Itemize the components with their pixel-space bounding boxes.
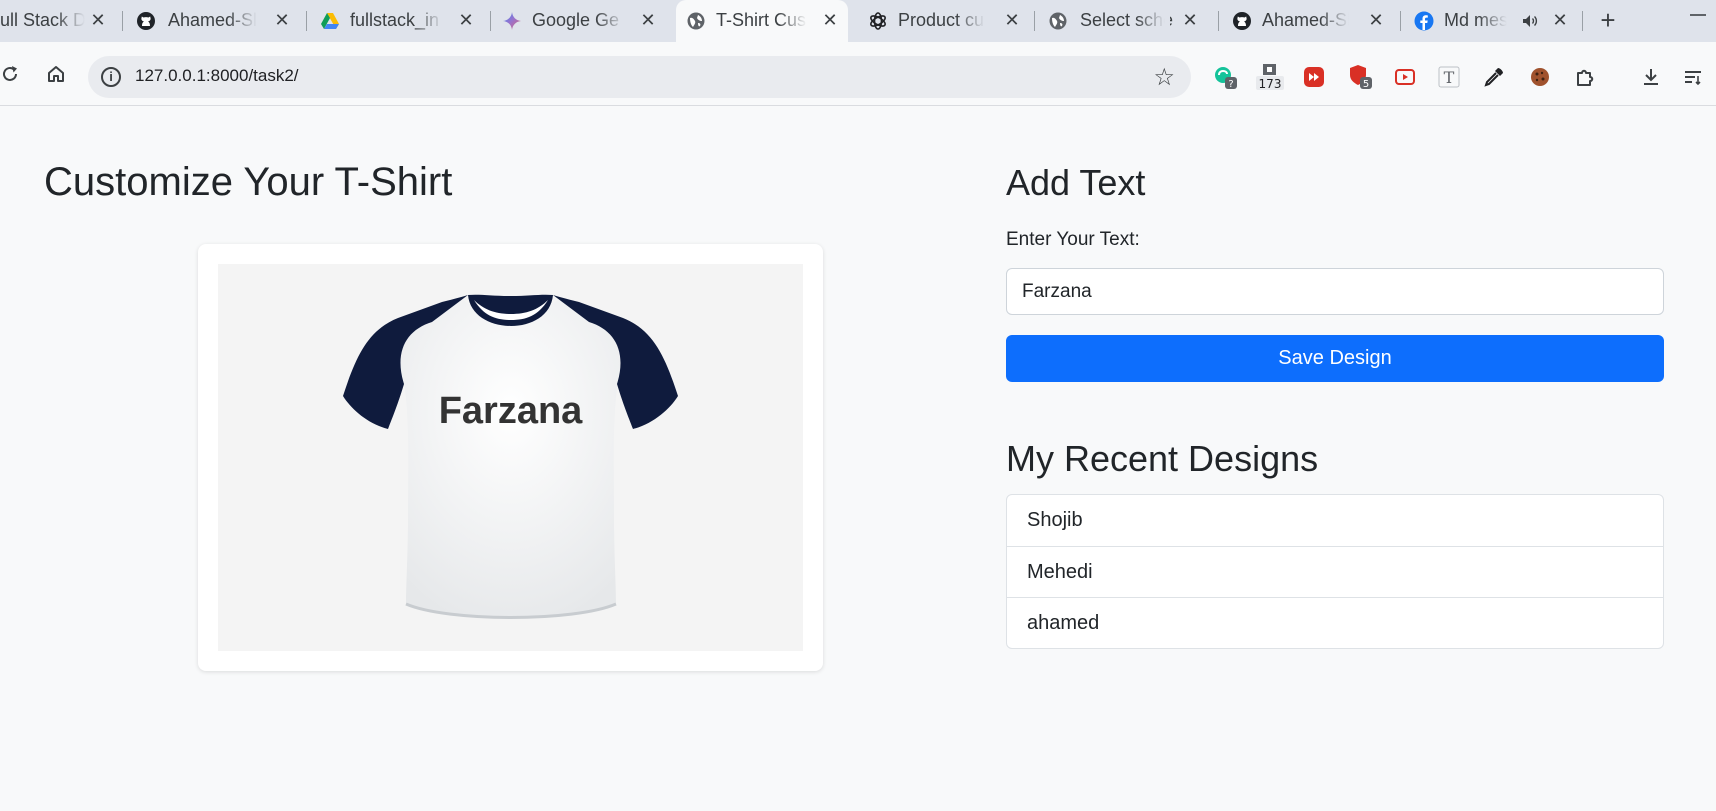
reading-list-icon[interactable] bbox=[1682, 64, 1704, 90]
browser-tab[interactable]: Ahamed-Sl ✕ bbox=[1220, 0, 1398, 42]
site-info-icon[interactable]: i bbox=[101, 67, 121, 87]
tab-close-icon[interactable]: ✕ bbox=[88, 10, 108, 30]
puzzle-extensions-icon[interactable] bbox=[1572, 64, 1598, 90]
tab-strip: ull Stack D ✕ Ahamed-Sl ✕ fullstack_in ✕… bbox=[0, 0, 1716, 42]
globe-icon bbox=[1048, 11, 1068, 31]
download-icon[interactable] bbox=[1638, 64, 1664, 90]
browser-tab[interactable]: Ahamed-Sl ✕ bbox=[124, 0, 304, 42]
youtube-extension-icon[interactable] bbox=[1392, 64, 1418, 90]
openai-icon bbox=[868, 11, 888, 31]
tab-close-icon[interactable]: ✕ bbox=[1002, 10, 1022, 30]
tshirt-preview: Farzana bbox=[218, 264, 803, 651]
audio-playing-icon[interactable] bbox=[1520, 11, 1540, 31]
browser-tab[interactable]: Md mes ✕ bbox=[1402, 0, 1578, 42]
text-input-label: Enter Your Text: bbox=[1006, 229, 1140, 250]
tab-close-icon[interactable]: ✕ bbox=[1180, 10, 1200, 30]
gemini-icon bbox=[502, 11, 522, 31]
browser-tab[interactable]: Select sche ✕ bbox=[1036, 0, 1216, 42]
github-icon bbox=[136, 11, 156, 31]
list-item[interactable]: Mehedi bbox=[1007, 546, 1663, 597]
globe-icon bbox=[686, 11, 706, 31]
svg-text:?: ? bbox=[1228, 79, 1233, 90]
tab-close-icon[interactable]: ✕ bbox=[456, 10, 476, 30]
browser-tab[interactable]: Product cu ✕ bbox=[860, 0, 1032, 42]
tshirt-preview-card: Farzana bbox=[198, 244, 823, 671]
browser-tab-active[interactable]: T-Shirt Cus ✕ bbox=[676, 0, 848, 42]
browser-tab[interactable]: fullstack_in ✕ bbox=[308, 0, 490, 42]
tshirt-image bbox=[343, 294, 678, 619]
svg-text:173: 173 bbox=[1259, 77, 1282, 91]
minimize-window-button[interactable] bbox=[1690, 14, 1706, 16]
custom-text-input[interactable] bbox=[1006, 268, 1664, 315]
bookmark-star-icon[interactable]: ☆ bbox=[1153, 63, 1175, 92]
eyedropper-extension-icon[interactable] bbox=[1481, 64, 1507, 90]
recent-designs-list: Shojib Mehedi ahamed bbox=[1006, 494, 1664, 649]
counter-extension-icon[interactable]: 173 bbox=[1255, 64, 1285, 91]
browser-tab[interactable]: ull Stack D ✕ bbox=[0, 0, 122, 42]
address-bar[interactable]: i 127.0.0.1:8000/task2/ ☆ bbox=[88, 56, 1191, 98]
tab-close-icon[interactable]: ✕ bbox=[272, 10, 292, 30]
new-tab-button[interactable]: + bbox=[1594, 7, 1622, 35]
shield-extension-icon[interactable]: 5 bbox=[1347, 64, 1373, 90]
url-text[interactable]: 127.0.0.1:8000/task2/ bbox=[135, 66, 299, 86]
page-title: Customize Your T-Shirt bbox=[44, 160, 453, 204]
add-text-heading: Add Text bbox=[1006, 162, 1146, 203]
tab-close-icon[interactable]: ✕ bbox=[820, 10, 840, 30]
save-design-button[interactable]: Save Design bbox=[1006, 335, 1664, 382]
svg-text:T: T bbox=[1444, 68, 1455, 87]
facebook-icon bbox=[1414, 11, 1434, 31]
tab-close-icon[interactable]: ✕ bbox=[638, 10, 658, 30]
grammar-extension-icon[interactable]: ? bbox=[1212, 64, 1238, 90]
tshirt-custom-text: Farzana bbox=[438, 390, 583, 432]
browser-tab[interactable]: Google Ge ✕ bbox=[492, 0, 672, 42]
reload-icon[interactable] bbox=[0, 58, 26, 90]
recent-designs-heading: My Recent Designs bbox=[1006, 438, 1319, 479]
github-icon bbox=[1232, 11, 1252, 31]
tab-close-icon[interactable]: ✕ bbox=[1550, 10, 1570, 30]
tab-close-icon[interactable]: ✕ bbox=[1366, 10, 1386, 30]
list-item[interactable]: Shojib bbox=[1007, 495, 1663, 546]
fast-forward-extension-icon[interactable] bbox=[1301, 64, 1327, 90]
google-drive-icon bbox=[320, 11, 340, 31]
font-extension-icon[interactable]: T bbox=[1436, 64, 1462, 90]
home-icon[interactable] bbox=[40, 58, 72, 90]
list-item[interactable]: ahamed bbox=[1007, 597, 1663, 648]
svg-text:5: 5 bbox=[1363, 79, 1369, 90]
cookie-extension-icon[interactable] bbox=[1527, 64, 1553, 90]
